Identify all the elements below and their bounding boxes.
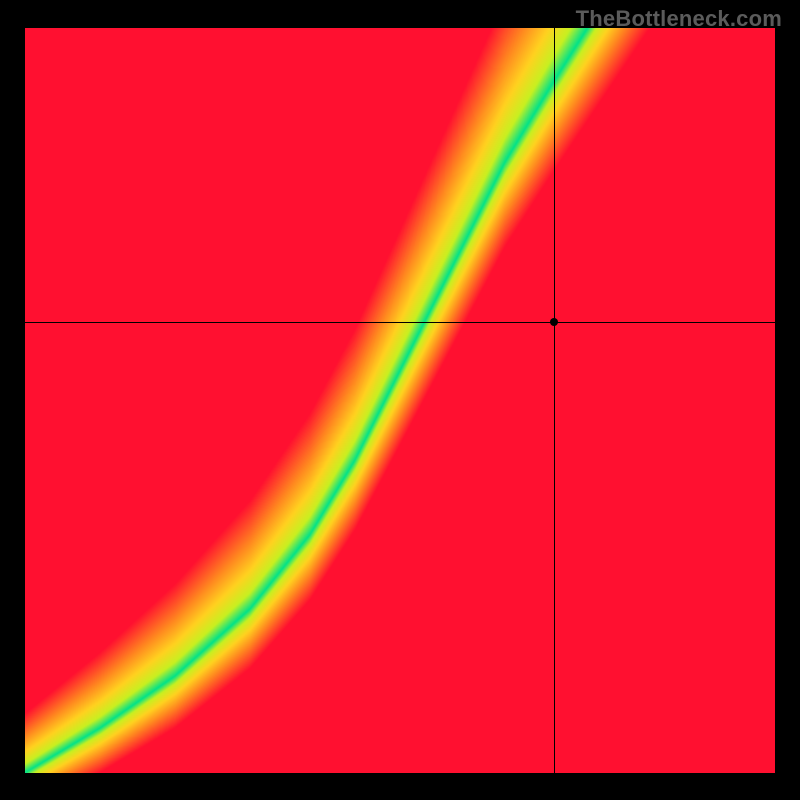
query-point-marker: [550, 318, 558, 326]
heatmap-canvas: [25, 28, 775, 773]
bottleneck-heatmap: TheBottleneck.com: [0, 0, 800, 800]
crosshair-horizontal: [25, 322, 775, 323]
crosshair-vertical: [554, 28, 555, 773]
watermark-text: TheBottleneck.com: [576, 6, 782, 32]
